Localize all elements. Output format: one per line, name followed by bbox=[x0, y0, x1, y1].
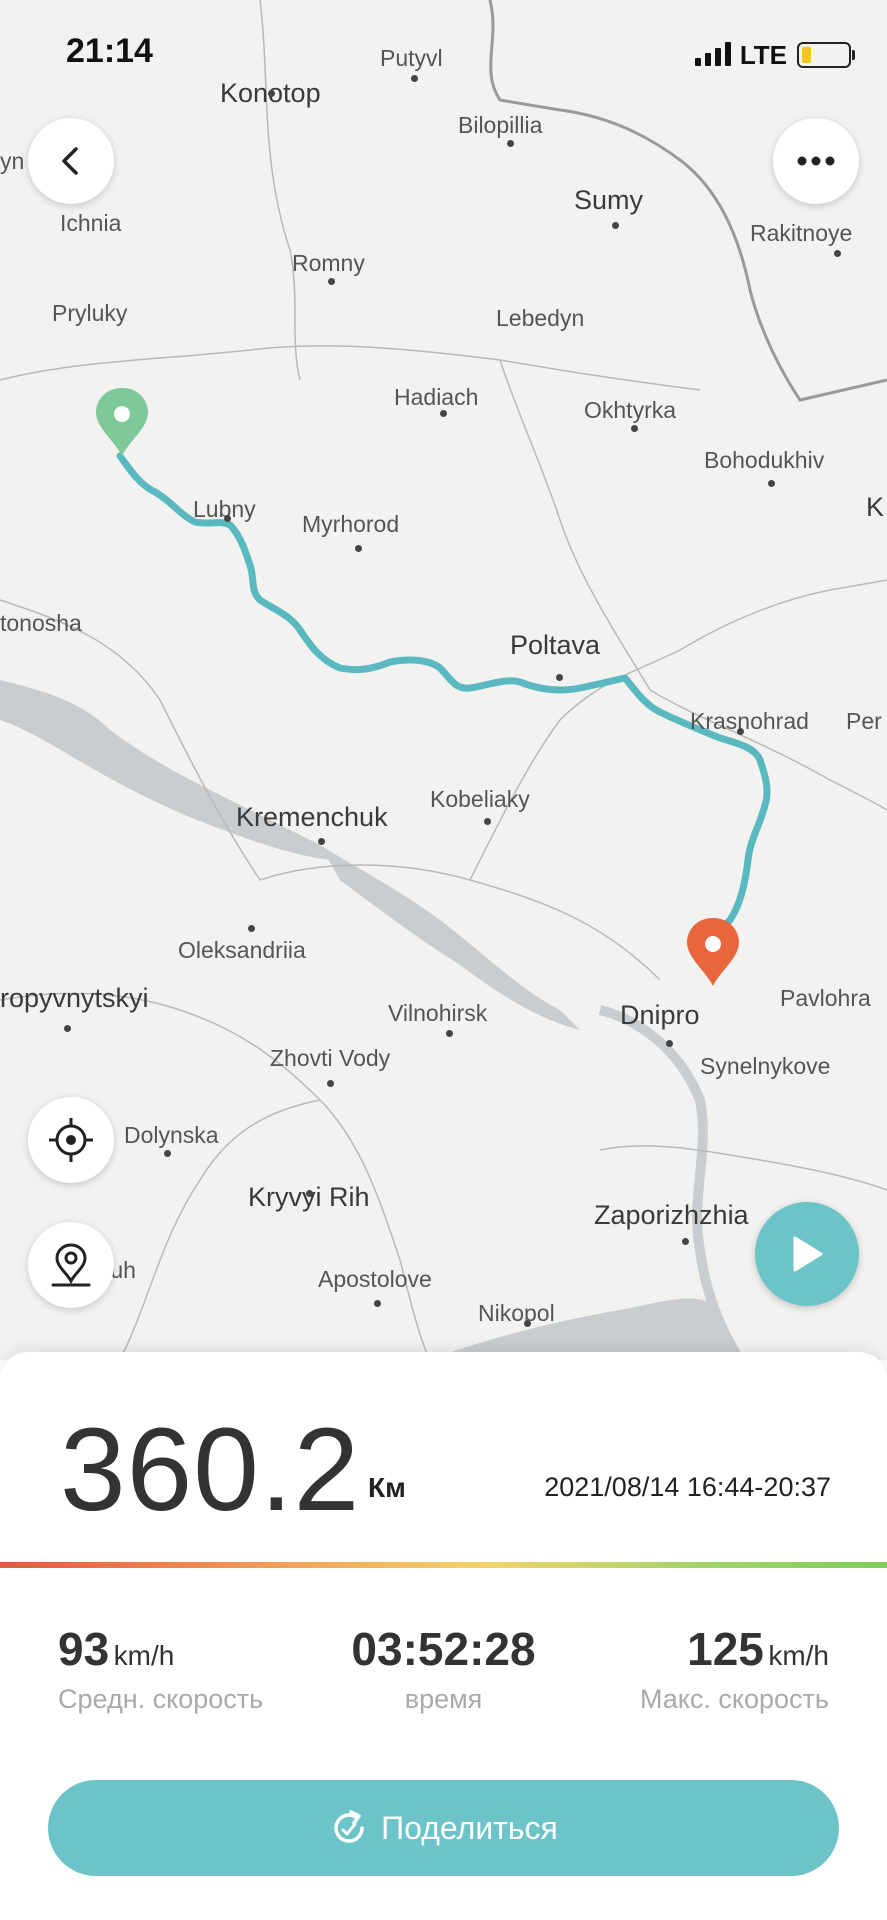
max-speed-unit: km/h bbox=[768, 1640, 829, 1671]
trip-datetime: 2021/08/14 16:44-20:37 bbox=[544, 1472, 831, 1502]
city-label: Romny bbox=[292, 250, 365, 276]
city-dot bbox=[440, 410, 447, 417]
city-dot bbox=[327, 1080, 334, 1087]
city-dot bbox=[834, 250, 841, 257]
city-label: Dolynska bbox=[124, 1122, 219, 1148]
city-label: Zaporizhzhia bbox=[594, 1200, 749, 1230]
city-label: Rakitnoye bbox=[750, 220, 853, 246]
city-dot bbox=[248, 925, 255, 932]
city-dot bbox=[306, 1190, 313, 1197]
battery-icon bbox=[797, 42, 855, 68]
city-label: Krasnohrad bbox=[690, 708, 809, 734]
city-label: Kryvyi Rih bbox=[248, 1182, 370, 1212]
max-speed-label: Макс. скорость bbox=[639, 1684, 829, 1714]
city-label: Pavlohra bbox=[780, 985, 871, 1011]
city-label: Poltava bbox=[510, 630, 601, 660]
reservoir-kakhovka bbox=[430, 1298, 740, 1360]
city-label: K bbox=[866, 492, 885, 522]
city-label: Bilopillia bbox=[458, 112, 543, 138]
max-speed-stat: 125 km/h Макс. скорость bbox=[640, 1622, 829, 1715]
city-dot bbox=[524, 1320, 531, 1327]
city-label: Per bbox=[846, 708, 882, 734]
network-type: LTE bbox=[739, 40, 787, 70]
more-icon bbox=[797, 156, 835, 166]
chevron-left-icon bbox=[62, 147, 78, 175]
city-dot bbox=[164, 1150, 171, 1157]
city-label: Sumy bbox=[574, 185, 644, 215]
city-dot bbox=[737, 728, 744, 735]
city-label: Nikopol bbox=[478, 1300, 555, 1326]
admin-borders bbox=[0, 0, 887, 1360]
city-label: tonosha bbox=[0, 610, 82, 636]
reservoir-kremenchuk bbox=[0, 680, 330, 860]
city-dot bbox=[446, 1030, 453, 1037]
battery-fill bbox=[802, 47, 811, 63]
city-dot bbox=[666, 1040, 673, 1047]
status-bar: 21:14 LTE bbox=[0, 0, 887, 110]
city-label: Pryluky bbox=[52, 300, 128, 326]
back-button[interactable] bbox=[28, 118, 114, 204]
city-dot bbox=[64, 1025, 71, 1032]
city-dot bbox=[612, 222, 619, 229]
more-button[interactable] bbox=[773, 118, 859, 204]
city-label: Vilnohirsk bbox=[388, 1000, 488, 1026]
city-label: Myrhorod bbox=[302, 511, 400, 537]
max-speed-value: 125 bbox=[687, 1623, 764, 1675]
city-dot bbox=[355, 545, 362, 552]
city-dot bbox=[374, 1300, 381, 1307]
city-label: Oleksandriia bbox=[178, 937, 306, 963]
poi-button[interactable] bbox=[28, 1222, 114, 1308]
city-dot bbox=[224, 515, 231, 522]
distance-value: 360.2 bbox=[60, 1404, 361, 1536]
share-icon bbox=[334, 1810, 364, 1843]
city-label: Synelnykove bbox=[700, 1053, 831, 1079]
play-icon bbox=[793, 1236, 823, 1272]
city-dot bbox=[556, 674, 563, 681]
city-label: Kremenchuk bbox=[236, 802, 388, 832]
city-label: Bohodukhiv bbox=[704, 447, 825, 473]
city-dot bbox=[507, 140, 514, 147]
city-label: Hadiach bbox=[394, 384, 479, 410]
speed-gradient-bar bbox=[0, 1562, 887, 1568]
play-button[interactable] bbox=[755, 1202, 859, 1306]
city-label: Apostolove bbox=[318, 1266, 432, 1292]
city-dot bbox=[631, 425, 638, 432]
city-label: Ichnia bbox=[60, 210, 122, 236]
locate-button[interactable] bbox=[28, 1097, 114, 1183]
start-pin-icon bbox=[96, 388, 148, 456]
city-label: Lebedyn bbox=[496, 305, 585, 331]
city-label: ropyvnytskyi bbox=[0, 983, 149, 1013]
map-canvas bbox=[0, 0, 887, 1360]
duration-value: 03:52:28 bbox=[351, 1623, 536, 1675]
city-label: Okhtyrka bbox=[584, 397, 677, 423]
crosshair-icon bbox=[49, 1118, 93, 1162]
city-label: Zhovti Vody bbox=[270, 1045, 391, 1071]
city-dot bbox=[318, 838, 325, 845]
city-label: Dnipro bbox=[620, 1000, 700, 1030]
map-view[interactable]: KonotopPutyvlBilopilliaSumyRakitnoyeIchn… bbox=[0, 0, 887, 1360]
trip-summary-panel: 360.2 Км 2021/08/14 16:44-20:37 93 km/h … bbox=[0, 1352, 887, 1920]
status-time: 21:14 bbox=[66, 32, 153, 70]
city-label: Kobeliaky bbox=[430, 786, 530, 812]
distance-unit: Км bbox=[368, 1472, 406, 1503]
city-dot bbox=[484, 818, 491, 825]
city-label: yn bbox=[0, 148, 25, 174]
share-button[interactable]: Поделиться bbox=[48, 1780, 839, 1876]
city-dot bbox=[328, 278, 335, 285]
city-dot bbox=[768, 480, 775, 487]
cellular-signal-icon bbox=[695, 42, 731, 66]
map-pin-icon bbox=[51, 1243, 91, 1287]
share-button-label: Поделиться bbox=[381, 1809, 558, 1846]
city-dot bbox=[682, 1238, 689, 1245]
end-pin-icon bbox=[687, 918, 739, 986]
